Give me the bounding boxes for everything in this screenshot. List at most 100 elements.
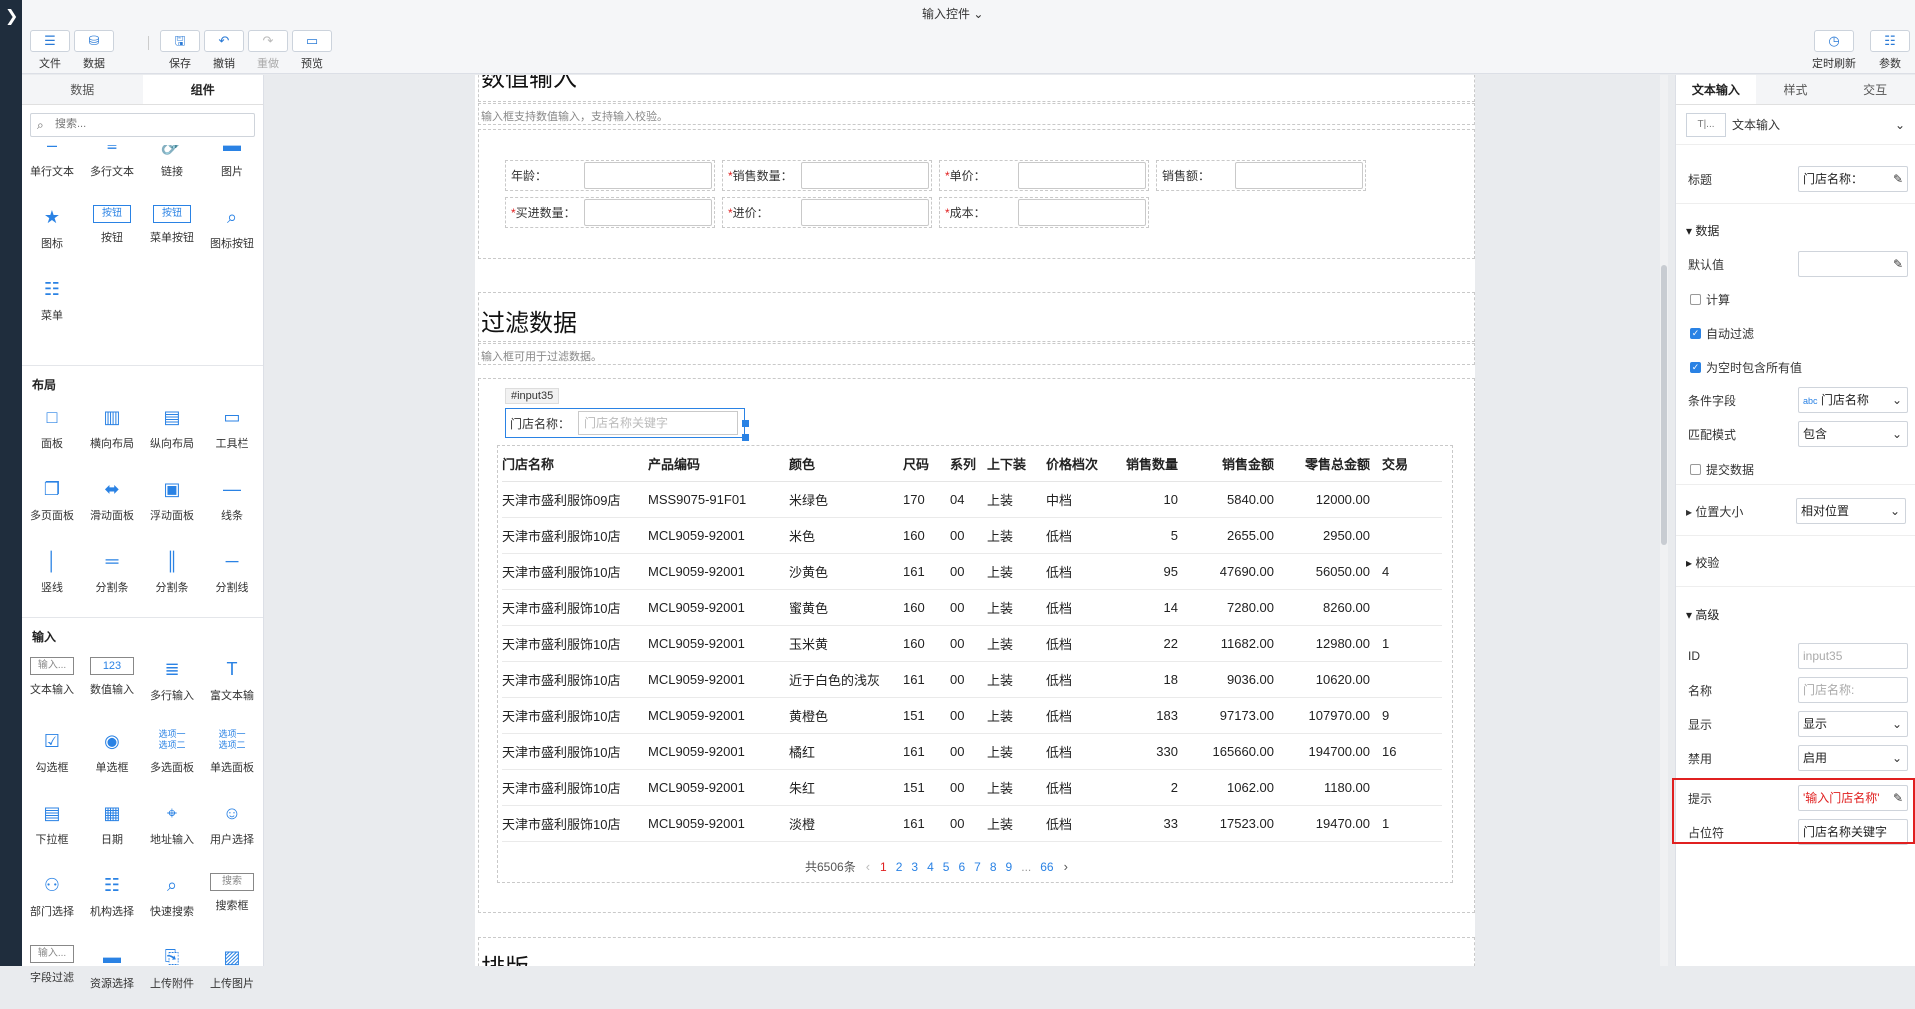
table-row[interactable]: 天津市盛利服饰10店 MCL9059-92001 橘红 161 00 上装 低档 330 165… xyxy=(502,733,1442,770)
scrollbar-thumb[interactable] xyxy=(1661,265,1667,545)
line-item[interactable]: — 线条 xyxy=(202,469,262,541)
empty-all-checkbox[interactable]: ✓ 为空时包含所有值 xyxy=(1690,359,1802,376)
timed-refresh-button[interactable]: ◷ 定时刷新 xyxy=(1808,30,1860,71)
multi-select-panel-item[interactable]: 选项一 选项二 多选面板 xyxy=(142,721,202,793)
params-button[interactable]: ☷ 参数 xyxy=(1868,30,1912,71)
submit-data-checkbox[interactable]: 提交数据 xyxy=(1690,461,1754,478)
table-row[interactable]: 天津市盛利服饰10店 MCL9059-92001 近于白色的浅灰 161 00 上装 低档 1… xyxy=(502,661,1442,698)
upload-attachment-item[interactable]: ⎘ 上传附件 xyxy=(142,937,202,1009)
table-row[interactable]: 天津市盛利服饰10店 MCL9059-92001 淡橙 161 00 上装 低档 33 1752… xyxy=(502,805,1442,842)
table-row[interactable]: 天津市盛利服饰10店 MCL9059-92001 米色 160 00 上装 低档 5 2655.… xyxy=(502,517,1442,554)
validate-group-toggle[interactable]: ▸ 校验 xyxy=(1686,554,1719,571)
multipage-panel-item[interactable]: ❐ 多页面板 xyxy=(22,469,82,541)
advanced-group-toggle[interactable]: ▾ 高级 xyxy=(1686,606,1719,623)
component-search[interactable]: ⌕ xyxy=(30,113,255,137)
resize-handle[interactable] xyxy=(742,434,749,441)
page-link[interactable]: 1 xyxy=(880,860,887,874)
icon-button-item[interactable]: ⌕ 图标按钮 xyxy=(202,197,262,269)
link-item[interactable]: 🔗 链接 xyxy=(142,145,202,197)
disable-select[interactable]: 启用 ⌄ xyxy=(1798,745,1908,771)
single-select-panel-item[interactable]: 选项一 选项二 单选面板 xyxy=(202,721,262,793)
edit-icon[interactable]: ✎ xyxy=(1893,252,1903,276)
sales-qty-field[interactable]: *销售数量： xyxy=(722,160,932,191)
icon-item[interactable]: ★ 图标 xyxy=(22,197,82,269)
page-link[interactable]: 6 xyxy=(958,860,965,874)
table-row[interactable]: 天津市盛利服饰09店 MSS9075-91F01 米绿色 170 04 上装 中档 10 584… xyxy=(502,481,1442,518)
table-row[interactable]: 天津市盛利服饰10店 MCL9059-92001 玉米黄 160 00 上装 低档 22 116… xyxy=(502,625,1442,662)
calc-checkbox[interactable]: 计算 xyxy=(1690,291,1730,308)
checkbox-item[interactable]: ☑ 勾选框 xyxy=(22,721,82,793)
address-input-item[interactable]: ⌖ 地址输入 xyxy=(142,793,202,865)
resource-select-item[interactable]: ▬ 资源选择 xyxy=(82,937,142,1009)
table-row[interactable]: 天津市盛利服饰10店 MCL9059-92001 沙黄色 161 00 上装 低档 95 476… xyxy=(502,553,1442,590)
search-box-item[interactable]: 搜索 搜索框 xyxy=(202,865,262,937)
tab-style[interactable]: 样式 xyxy=(1755,75,1836,104)
col-retail-total[interactable]: 零售总金额 xyxy=(1286,446,1382,482)
col-series[interactable]: 系列 xyxy=(950,446,987,482)
col-sales-amount[interactable]: 销售金额 xyxy=(1190,446,1286,482)
tab-interaction[interactable]: 交互 xyxy=(1835,75,1915,104)
multi-line-text-item[interactable]: ≡ 多行文本 xyxy=(82,145,142,197)
org-select-item[interactable]: ☷ 机构选择 xyxy=(82,865,142,937)
radio-item[interactable]: ◉ 单选框 xyxy=(82,721,142,793)
divider-line-item[interactable]: ─ 分割线 xyxy=(202,541,262,613)
splitter-v-item[interactable]: ║ 分割条 xyxy=(142,541,202,613)
col-price-tier[interactable]: 价格档次 xyxy=(1046,446,1120,482)
field-filter-item[interactable]: 输入... 字段过滤 xyxy=(22,937,82,1009)
float-panel-item[interactable]: ▣ 浮动面板 xyxy=(142,469,202,541)
rich-text-item[interactable]: T 富文本输 xyxy=(202,649,262,721)
table-row[interactable]: 天津市盛利服饰10店 MCL9059-92001 朱红 151 00 上装 低档 2 1062.… xyxy=(502,769,1442,806)
department-select-item[interactable]: ⚇ 部门选择 xyxy=(22,865,82,937)
save-button[interactable]: 🖫 保存 xyxy=(158,30,202,71)
section1-panel[interactable] xyxy=(478,129,1475,259)
sales-amount-field[interactable]: 销售额： xyxy=(1156,160,1366,191)
page-link[interactable]: 4 xyxy=(927,860,934,874)
col-store[interactable]: 门店名称 xyxy=(502,446,648,482)
unit-price-input[interactable] xyxy=(1018,162,1146,189)
page-link[interactable]: 3 xyxy=(911,860,918,874)
store-name-input[interactable]: 门店名称关键字 xyxy=(578,411,738,435)
page-link[interactable]: 5 xyxy=(943,860,950,874)
section3-title-box[interactable]: 排版 xyxy=(478,937,1475,966)
col-sales-qty[interactable]: 销售数量 xyxy=(1120,446,1190,482)
edit-icon[interactable]: ✎ xyxy=(1893,167,1903,191)
position-group-toggle[interactable]: ▸ 位置大小 xyxy=(1686,503,1796,520)
tab-components[interactable]: 组件 xyxy=(142,75,263,104)
match-mode-select[interactable]: 包含 ⌄ xyxy=(1798,421,1908,447)
section2-title-box[interactable]: 过滤数据 xyxy=(478,292,1475,342)
user-select-item[interactable]: ☺ 用户选择 xyxy=(202,793,262,865)
cost-field[interactable]: *成本： xyxy=(939,197,1149,228)
col-color[interactable]: 颜色 xyxy=(789,446,903,482)
menu-button-item[interactable]: 按钮 菜单按钮 xyxy=(142,197,202,269)
date-item[interactable]: ▦ 日期 xyxy=(82,793,142,865)
table-row[interactable]: 天津市盛利服饰10店 MCL9059-92001 黄橙色 151 00 上装 低档 183 97… xyxy=(502,697,1442,734)
store-name-filter[interactable]: 门店名称： 门店名称关键字 xyxy=(505,408,745,438)
col-top-bottom[interactable]: 上下装 xyxy=(987,446,1046,482)
position-select[interactable]: 相对位置 ⌄ xyxy=(1796,498,1906,524)
tab-text-input[interactable]: 文本输入 xyxy=(1676,75,1756,104)
cost-input[interactable] xyxy=(1018,199,1146,226)
sales-amount-input[interactable] xyxy=(1235,162,1363,189)
page-link[interactable]: 66 xyxy=(1040,860,1053,874)
section1-desc-box[interactable]: 输入框支持数值输入，支持输入校验。 xyxy=(478,103,1475,125)
col-size[interactable]: 尺码 xyxy=(903,446,950,482)
expand-arrow-icon[interactable]: ❯ xyxy=(5,6,18,26)
id-field[interactable]: input35 xyxy=(1798,643,1908,669)
buy-price-field[interactable]: *进价： xyxy=(722,197,932,228)
vline-item[interactable]: │ 竖线 xyxy=(22,541,82,613)
prev-page-icon[interactable]: ‹ xyxy=(866,859,870,874)
table-row[interactable]: 天津市盛利服饰10店 MCL9059-92001 蜜黄色 160 00 上装 低档 14 728… xyxy=(502,589,1442,626)
redo-button[interactable]: ↷ 重做 xyxy=(246,30,290,71)
data-group-toggle[interactable]: ▾ 数据 xyxy=(1686,222,1719,239)
number-input-item[interactable]: 123 数值输入 xyxy=(82,649,142,721)
window-title[interactable]: 输入控件 ⌄ xyxy=(922,5,983,22)
single-line-text-item[interactable]: ‒ 单行文本 xyxy=(22,145,82,197)
splitter-h-item[interactable]: ═ 分割条 xyxy=(82,541,142,613)
cond-field-select[interactable]: abc 门店名称 ⌄ xyxy=(1798,387,1908,413)
buy-qty-input[interactable] xyxy=(584,199,712,226)
next-page-icon[interactable]: › xyxy=(1064,859,1068,874)
unit-price-field[interactable]: *单价： xyxy=(939,160,1149,191)
auto-filter-checkbox[interactable]: ✓ 自动过滤 xyxy=(1690,325,1754,342)
slide-panel-item[interactable]: ⬌ 滑动面板 xyxy=(82,469,142,541)
image-item[interactable]: ▬ 图片 xyxy=(202,145,262,197)
